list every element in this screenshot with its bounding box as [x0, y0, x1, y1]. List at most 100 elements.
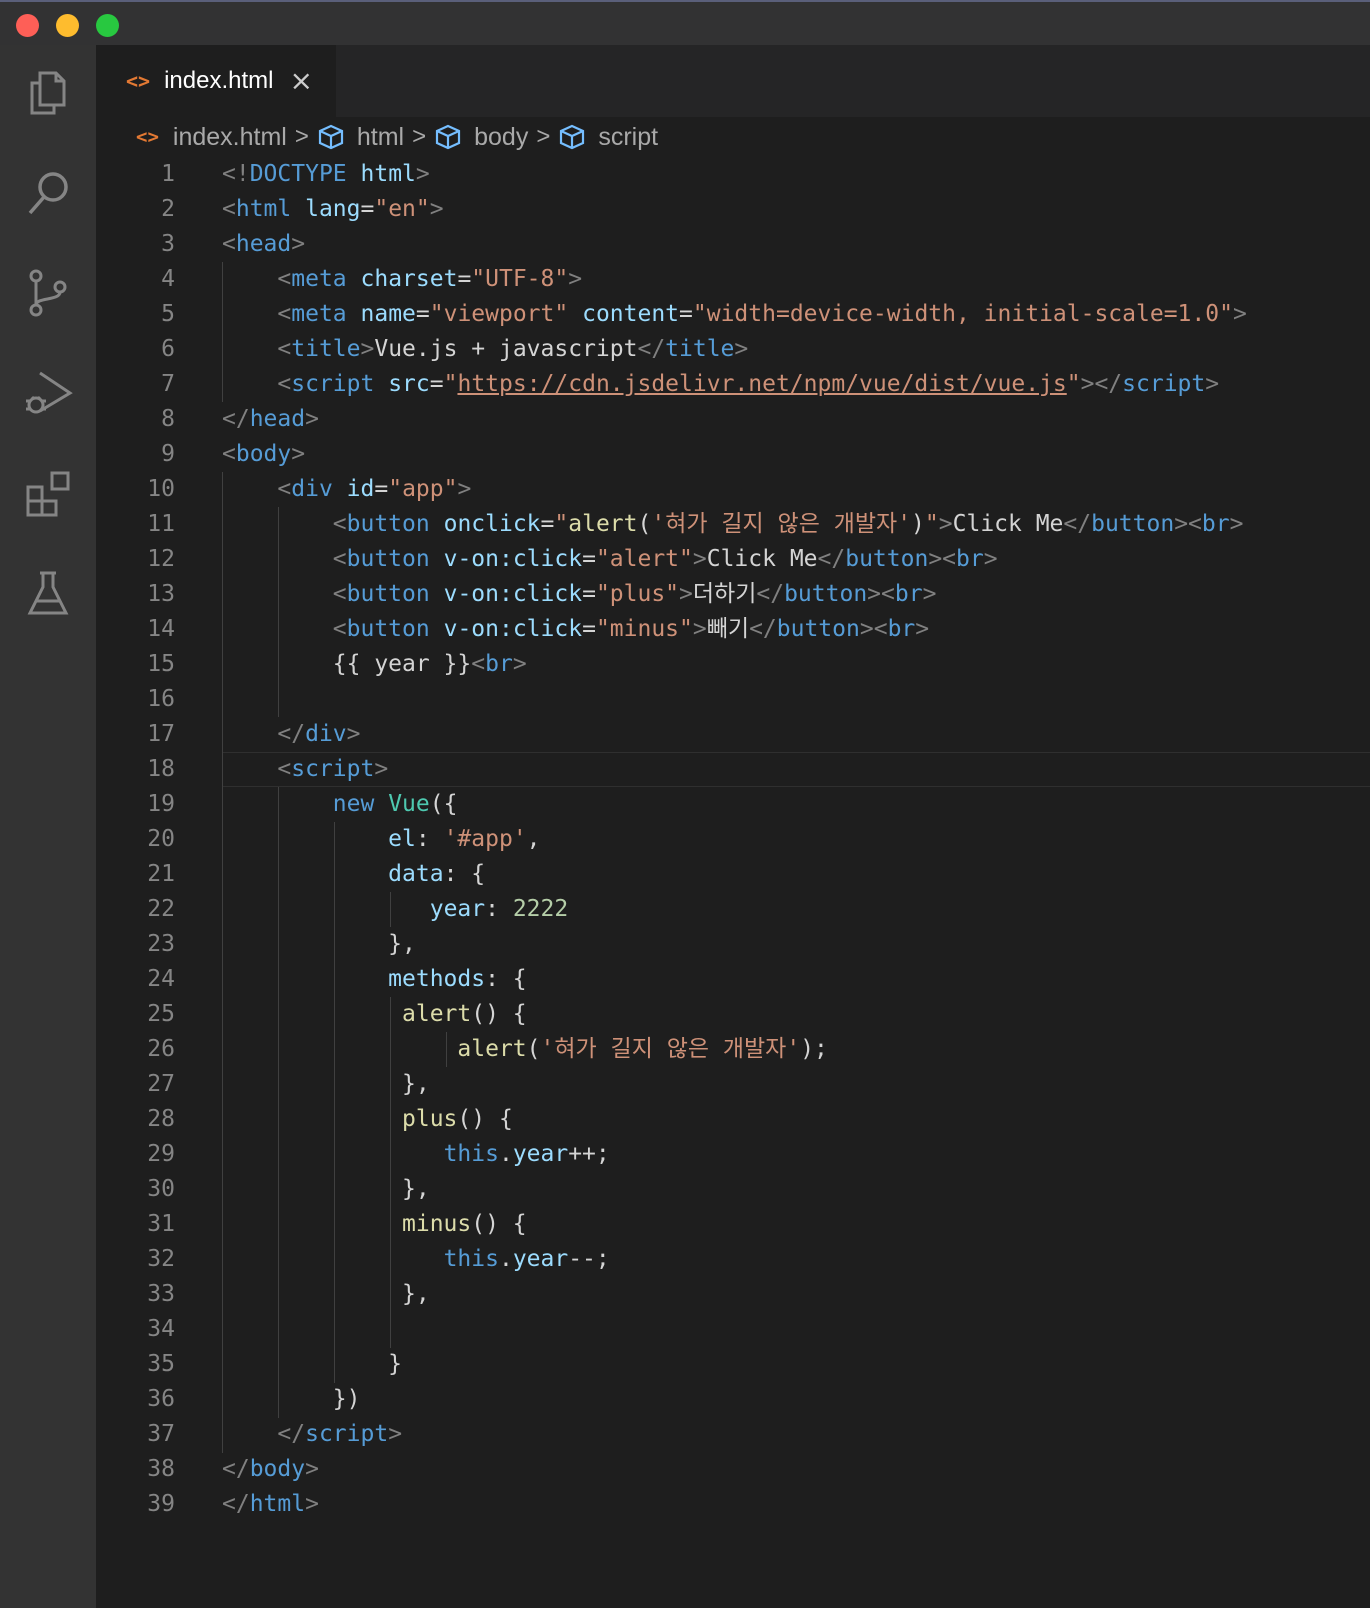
- code-line[interactable]: 33 },: [96, 1277, 1370, 1312]
- code-line[interactable]: 5 <meta name="viewport" content="width=d…: [96, 297, 1370, 332]
- code-line[interactable]: 22 year: 2222: [96, 892, 1370, 927]
- code-token: .: [498, 1141, 513, 1167]
- code-token: Vue: [388, 791, 430, 817]
- code-token: >: [305, 1491, 319, 1517]
- code-token: meta: [291, 266, 347, 292]
- code-text: <button onclick="alert('혀가 길지 않은 개발자')">…: [222, 507, 1244, 542]
- code-token: <: [277, 301, 292, 327]
- breadcrumb-item-script[interactable]: script: [558, 123, 658, 152]
- testing-icon[interactable]: [20, 565, 76, 621]
- run-debug-icon[interactable]: [20, 365, 76, 421]
- code-token: title: [665, 336, 735, 362]
- code-editor[interactable]: 1 <!DOCTYPE html> 2 <html lang="en"> 3 <head>…: [96, 157, 1370, 1608]
- code-line[interactable]: 24 methods: {: [96, 962, 1370, 997]
- close-icon[interactable]: ×: [289, 67, 312, 95]
- code-line[interactable]: 25 alert() {: [96, 997, 1370, 1032]
- code-token: ): [911, 511, 925, 537]
- code-token: script: [291, 756, 375, 782]
- code-line[interactable]: 14 <button v-on:click="minus">빼기</button…: [96, 612, 1370, 647]
- code-line[interactable]: 15 {{ year }}<br>: [96, 647, 1370, 682]
- source-control-icon[interactable]: [20, 265, 76, 321]
- code-token: "UTF-8": [471, 266, 569, 292]
- code-line[interactable]: 16: [96, 682, 1370, 717]
- tab-bar: <> index.html ×: [96, 45, 1370, 117]
- code-line[interactable]: 34: [96, 1312, 1370, 1347]
- code-line[interactable]: 4 <meta charset="UTF-8">: [96, 262, 1370, 297]
- code-line[interactable]: 10 <div id="app">: [96, 472, 1370, 507]
- code-text: <button v-on:click="minus">빼기</button><b…: [222, 612, 929, 647]
- code-line[interactable]: 37 </script>: [96, 1417, 1370, 1452]
- code-line[interactable]: 12 <button v-on:click="alert">Click Me</…: [96, 542, 1370, 577]
- code-line[interactable]: 6 <title>Vue.js + javascript</title>: [96, 332, 1370, 367]
- code-line[interactable]: 36 }): [96, 1382, 1370, 1417]
- code-line[interactable]: 1 <!DOCTYPE html>: [96, 157, 1370, 192]
- breadcrumb-label: html: [356, 122, 405, 151]
- code-text: <meta name="viewport" content="width=dev…: [222, 297, 1246, 332]
- code-line[interactable]: 35 }: [96, 1347, 1370, 1382]
- code-token: >: [374, 756, 389, 782]
- code-line[interactable]: 28 plus() {: [96, 1102, 1370, 1137]
- code-line[interactable]: 3 <head>: [96, 227, 1370, 262]
- code-line[interactable]: 11 <button onclick="alert('혀가 길지 않은 개발자'…: [96, 507, 1370, 542]
- code-line[interactable]: 8 </head>: [96, 402, 1370, 437]
- code-token: );: [800, 1036, 828, 1062]
- code-line[interactable]: 21 data: {: [96, 857, 1370, 892]
- code-token: =: [582, 546, 596, 572]
- code-line[interactable]: 7 <script src="https://cdn.jsdelivr.net/…: [96, 367, 1370, 402]
- code-line[interactable]: 38 </body>: [96, 1452, 1370, 1487]
- code-line[interactable]: 31 minus() {: [96, 1207, 1370, 1242]
- code-line[interactable]: 27 },: [96, 1067, 1370, 1102]
- breadcrumb-item-html[interactable]: html: [317, 123, 404, 152]
- line-number: 13: [147, 581, 175, 607]
- code-line[interactable]: 17 </div>: [96, 717, 1370, 752]
- line-number: 38: [147, 1456, 175, 1482]
- line-number: 16: [147, 686, 175, 712]
- code-token: >: [938, 511, 953, 537]
- close-window-button[interactable]: [16, 14, 39, 37]
- line-number: 3: [161, 231, 175, 257]
- code-line[interactable]: 2 <html lang="en">: [96, 192, 1370, 227]
- code-line[interactable]: 29 this.year++;: [96, 1137, 1370, 1172]
- code-token: v-on:click: [443, 546, 583, 572]
- code-token: data: [388, 861, 444, 887]
- line-number: 26: [147, 1036, 175, 1062]
- code-token: 빼기: [706, 616, 750, 642]
- tab-index-html[interactable]: <> index.html ×: [96, 45, 336, 117]
- search-icon[interactable]: [20, 165, 76, 221]
- code-token: <: [277, 476, 292, 502]
- explorer-icon[interactable]: [20, 65, 76, 121]
- breadcrumb-item-body[interactable]: body: [434, 123, 528, 152]
- code-line[interactable]: 9 <body>: [96, 437, 1370, 472]
- code-line[interactable]: 26 alert('혀가 길지 않은 개발자');: [96, 1032, 1370, 1067]
- code-line[interactable]: 39 </html>: [96, 1487, 1370, 1522]
- line-number: 31: [147, 1211, 175, 1237]
- code-token: >: [915, 616, 930, 642]
- maximize-window-button[interactable]: [96, 14, 119, 37]
- breadcrumb-item-file[interactable]: index.html: [173, 123, 287, 152]
- code-line[interactable]: 32 this.year--;: [96, 1242, 1370, 1277]
- minimize-window-button[interactable]: [56, 14, 79, 37]
- code-token: Click Me: [706, 546, 818, 572]
- code-line[interactable]: 23 },: [96, 927, 1370, 962]
- code-token: ><: [867, 581, 895, 607]
- code-token: "viewport": [429, 301, 569, 327]
- extensions-icon[interactable]: [20, 465, 76, 521]
- code-token: </: [817, 546, 846, 572]
- code-token: br: [1201, 511, 1230, 537]
- code-token: charset: [360, 266, 458, 292]
- line-number: 2: [161, 196, 175, 222]
- code-line[interactable]: 30 },: [96, 1172, 1370, 1207]
- code-line[interactable]: 20 el: '#app',: [96, 822, 1370, 857]
- code-line[interactable]: 18 <script>: [96, 752, 1370, 787]
- code-line[interactable]: 19 new Vue({: [96, 787, 1370, 822]
- line-number: 12: [147, 546, 175, 572]
- code-line[interactable]: 13 <button v-on:click="plus">더하기</button…: [96, 577, 1370, 612]
